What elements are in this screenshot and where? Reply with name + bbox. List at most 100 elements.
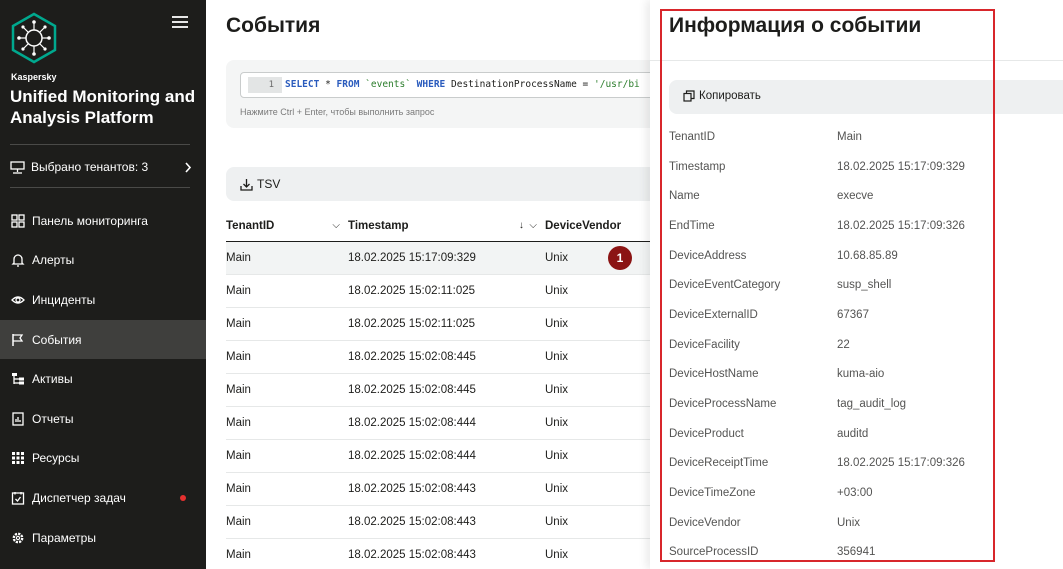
table-row[interactable]: Main 18.02.2025 15:02:11:025 Unix xyxy=(226,275,656,308)
table-cell: Unix xyxy=(545,285,569,297)
table-cell: 18.02.2025 15:02:08:443 xyxy=(348,483,476,495)
brand-product-title: Unified Monitoring and Analysis Platform xyxy=(10,87,196,127)
table-row[interactable]: Main 18.02.2025 15:02:08:444 Unix xyxy=(226,407,656,440)
query-text: SELECT * FROM `events` WHERE Destination… xyxy=(285,79,640,90)
table-cell: Unix xyxy=(545,549,569,561)
tenant-selector[interactable]: Выбрано тенантов: 3 xyxy=(10,156,192,178)
bell-icon xyxy=(11,253,25,268)
grid-icon xyxy=(11,451,25,465)
sidebar-divider xyxy=(10,187,190,188)
tenant-icon xyxy=(10,160,25,174)
table-row[interactable]: Main 18.02.2025 15:17:09:329 Unix xyxy=(226,242,656,275)
flag-icon xyxy=(11,333,25,347)
column-header-tenantid[interactable]: TenantID ⌵ xyxy=(226,210,348,241)
sidebar-item-label: Параметры xyxy=(32,530,96,545)
table-cell: 18.02.2025 15:02:08:445 xyxy=(348,351,476,363)
table-toolbar: TSV xyxy=(226,167,666,201)
sidebar-item-alerts[interactable]: Алерты xyxy=(0,241,206,281)
export-tsv-label: TSV xyxy=(257,177,281,191)
table-cell: Unix xyxy=(545,450,569,462)
sidebar-item-label: Активы xyxy=(32,372,73,387)
sidebar-item-label: События xyxy=(32,332,82,347)
table-cell: Main xyxy=(226,384,251,396)
table-cell: 18.02.2025 15:02:08:443 xyxy=(348,549,476,561)
callout-badge: 1 xyxy=(608,246,632,270)
table-row[interactable]: Main 18.02.2025 15:02:08:443 Unix xyxy=(226,473,656,506)
table-cell: 18.02.2025 15:02:08:444 xyxy=(348,450,476,462)
dashboard-icon xyxy=(11,214,25,228)
kuma-logo-icon xyxy=(11,12,57,64)
events-main: События 1 SELECT * FROM `events` WHERE D… xyxy=(206,0,670,569)
sidebar-item-resources[interactable]: Ресурсы xyxy=(0,439,206,479)
sidebar-item-events[interactable]: События xyxy=(0,319,206,360)
sidebar-item-task-manager[interactable]: Диспетчер задач xyxy=(0,478,206,518)
sidebar-item-incidents[interactable]: Инциденты xyxy=(0,280,206,320)
sidebar-item-reports[interactable]: Отчеты xyxy=(0,399,206,439)
report-icon xyxy=(11,412,25,426)
sidebar-item-dashboard[interactable]: Панель мониторинга xyxy=(0,201,206,241)
query-editor-container: 1 SELECT * FROM `events` WHERE Destinati… xyxy=(226,60,670,128)
table-cell: Main xyxy=(226,483,251,495)
gear-icon xyxy=(11,531,25,545)
sidebar-item-label: Панель мониторинга xyxy=(32,213,148,228)
table-cell: 18.02.2025 15:02:08:445 xyxy=(348,384,476,396)
column-header-timestamp[interactable]: Timestamp ↓ ⌵ xyxy=(348,210,545,241)
sidebar-divider xyxy=(10,144,190,145)
table-cell: Unix xyxy=(545,252,569,264)
table-cell: Main xyxy=(226,450,251,462)
table-cell: Unix xyxy=(545,516,569,528)
table-cell: Unix xyxy=(545,384,569,396)
column-header-devicevendor[interactable]: DeviceVendor xyxy=(545,210,656,241)
table-cell: Unix xyxy=(545,417,569,429)
sort-desc-icon[interactable]: ↓ ⌵ xyxy=(519,220,537,231)
sidebar-item-label: Отчеты xyxy=(32,411,74,426)
table-cell: Main xyxy=(226,252,251,264)
sidebar-item-settings[interactable]: Параметры xyxy=(0,518,206,558)
tree-icon xyxy=(11,372,25,386)
sidebar: Kaspersky Unified Monitoring and Analysi… xyxy=(0,0,206,569)
table-row[interactable]: Main 18.02.2025 15:02:08:443 Unix xyxy=(226,539,656,569)
table-row[interactable]: Main 18.02.2025 15:02:08:443 Unix xyxy=(226,506,656,539)
table-cell: Unix xyxy=(545,351,569,363)
highlight-frame xyxy=(660,9,995,562)
task-icon xyxy=(11,491,25,505)
brand-company: Kaspersky xyxy=(11,72,57,82)
table-body: Main 18.02.2025 15:17:09:329 Unix Main 18.02… xyxy=(226,242,656,569)
sidebar-item-label: Ресурсы xyxy=(32,451,80,466)
table-cell: 18.02.2025 15:17:09:329 xyxy=(348,252,476,264)
table-cell: Unix xyxy=(545,483,569,495)
table-header: TenantID ⌵ Timestamp ↓ ⌵ DeviceVendor xyxy=(226,210,656,242)
sidebar-item-label: Алерты xyxy=(32,253,75,268)
chevron-down-icon[interactable]: ⌵ xyxy=(332,220,340,231)
query-input[interactable]: 1 SELECT * FROM `events` WHERE Destinati… xyxy=(240,72,670,98)
table-cell: Main xyxy=(226,285,251,297)
sidebar-item-assets[interactable]: Активы xyxy=(0,359,206,399)
sidebar-item-label: Диспетчер задач xyxy=(32,490,126,505)
table-cell: Main xyxy=(226,318,251,330)
sidebar-item-label: Инциденты xyxy=(32,292,96,307)
menu-toggle-icon[interactable] xyxy=(172,16,188,30)
table-cell: Main xyxy=(226,549,251,561)
table-cell: Main xyxy=(226,351,251,363)
tenant-selector-label: Выбрано тенантов: 3 xyxy=(31,160,149,174)
chevron-right-icon xyxy=(185,161,192,173)
sidebar-nav: Панель мониторинга Алерты Инциденты Собы… xyxy=(0,201,206,557)
table-cell: 18.02.2025 15:02:08:444 xyxy=(348,417,476,429)
download-icon xyxy=(240,178,253,191)
table-row[interactable]: Main 18.02.2025 15:02:08:445 Unix xyxy=(226,341,656,374)
page-title: События xyxy=(226,14,321,37)
table-cell: 18.02.2025 15:02:08:443 xyxy=(348,516,476,528)
table-row[interactable]: Main 18.02.2025 15:02:11:025 Unix xyxy=(226,308,656,341)
line-number: 1 xyxy=(248,77,282,93)
notification-dot xyxy=(180,495,186,502)
table-cell: Main xyxy=(226,417,251,429)
eye-icon xyxy=(11,293,25,307)
table-cell: Main xyxy=(226,516,251,528)
table-cell: 18.02.2025 15:02:11:025 xyxy=(348,285,476,297)
query-hint: Нажмите Ctrl + Enter, чтобы выполнить за… xyxy=(240,107,435,117)
export-tsv-button[interactable]: TSV xyxy=(240,177,280,191)
table-row[interactable]: Main 18.02.2025 15:02:08:444 Unix xyxy=(226,440,656,473)
app-window: Kaspersky Unified Monitoring and Analysi… xyxy=(0,0,1063,569)
table-row[interactable]: Main 18.02.2025 15:02:08:445 Unix xyxy=(226,374,656,407)
events-table: TenantID ⌵ Timestamp ↓ ⌵ DeviceVendor Ma… xyxy=(226,210,656,569)
